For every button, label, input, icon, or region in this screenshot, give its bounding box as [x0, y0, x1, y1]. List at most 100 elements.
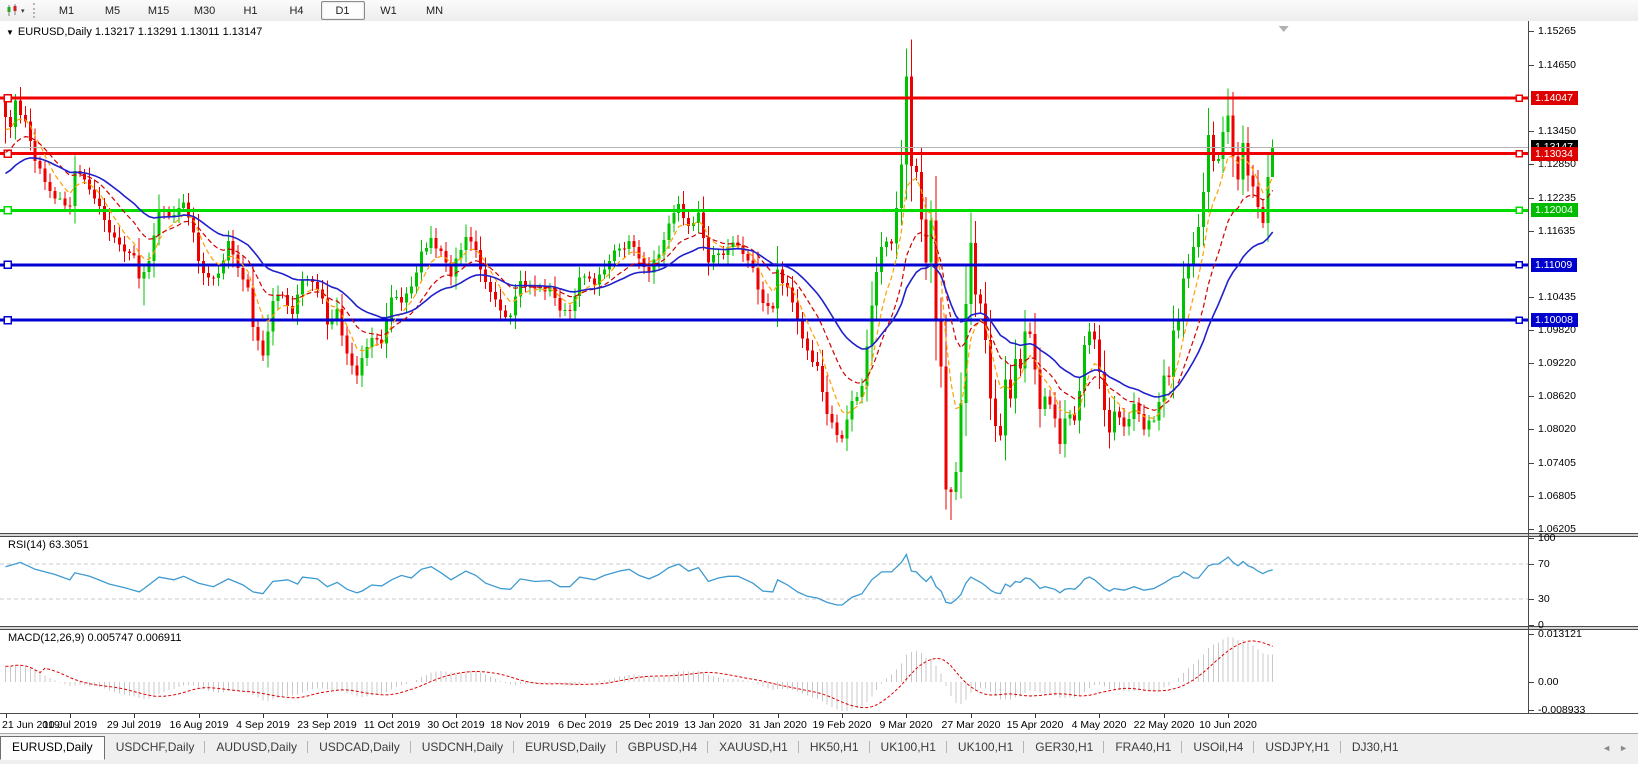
date-tick — [392, 714, 393, 718]
level-price-badge: 1.13034 — [1531, 147, 1578, 161]
price-tick — [1529, 31, 1534, 32]
price-tick — [1529, 496, 1534, 497]
price-tick-label: 1.13450 — [1538, 125, 1576, 137]
chart-type-button[interactable]: ▾ — [2, 1, 29, 20]
rsi-scale-label: 30 — [1538, 593, 1550, 605]
chart-tab-hk50-h1[interactable]: HK50,H1 — [799, 737, 870, 757]
price-tick — [1529, 463, 1534, 464]
chart-tabs: EURUSD,DailyUSDCHF,DailyAUDUSD,DailyUSDC… — [0, 734, 1592, 764]
date-label: 10 Jul 2019 — [43, 719, 97, 731]
price-tick — [1529, 529, 1534, 530]
price-tick-label: 1.14650 — [1538, 59, 1576, 71]
macd-label: MACD(12,26,9) 0.005747 0.006911 — [8, 632, 181, 644]
date-label: 10 Jun 2020 — [1199, 719, 1257, 731]
date-label: 29 Jul 2019 — [107, 719, 161, 731]
chart-type-caret-icon[interactable]: ▾ — [21, 7, 25, 15]
date-tick — [713, 714, 714, 718]
price-chart-canvas[interactable] — [0, 22, 1529, 533]
timeframe-button-m15[interactable]: M15 — [137, 1, 181, 20]
date-axis[interactable]: 21 Jun 201910 Jul 201929 Jul 201916 Aug … — [0, 714, 1638, 734]
date-tick — [842, 714, 843, 718]
macd-tick — [1529, 710, 1534, 711]
date-tick — [1035, 714, 1036, 718]
level-price-badge: 1.14047 — [1531, 91, 1578, 105]
rsi-tick — [1529, 538, 1534, 539]
macd-histogram — [6, 637, 1273, 711]
date-label: 16 Aug 2019 — [170, 719, 229, 731]
date-tick — [70, 714, 71, 718]
date-label: 19 Feb 2020 — [813, 719, 872, 731]
chart-tab-xauusd-h1[interactable]: XAUUSD,H1 — [708, 737, 799, 757]
date-tick — [327, 714, 328, 718]
level-price-badge: 1.11009 — [1531, 258, 1577, 272]
price-tick-label: 1.07405 — [1538, 457, 1576, 469]
timeframe-toolbar: ▾ M1M5M15M30H1H4D1W1MN — [0, 0, 1638, 22]
macd-indicator-canvas[interactable] — [0, 630, 1529, 713]
date-tick — [585, 714, 586, 718]
chart-tab-uk100-h1[interactable]: UK100,H1 — [870, 737, 947, 757]
timeframe-button-h1[interactable]: H1 — [229, 1, 273, 20]
timeframe-button-m30[interactable]: M30 — [183, 1, 227, 20]
macd-scale-label: 0.00 — [1538, 676, 1558, 688]
timeframe-button-h4[interactable]: H4 — [275, 1, 319, 20]
date-tick — [1228, 714, 1229, 718]
rsi-label: RSI(14) 63.3051 — [8, 539, 89, 551]
timeframe-button-d1[interactable]: D1 — [321, 1, 365, 20]
date-tick — [456, 714, 457, 718]
rsi-tick — [1529, 625, 1534, 626]
macd-scale-label: 0.013121 — [1538, 628, 1582, 640]
price-scale[interactable]: 1.152651.146501.134501.128501.122351.116… — [1529, 21, 1638, 733]
date-tick — [1164, 714, 1165, 718]
price-tick-label: 1.08620 — [1538, 390, 1576, 402]
macd-signal-line — [6, 641, 1273, 708]
date-label: 30 Oct 2019 — [427, 719, 484, 731]
price-tick — [1529, 363, 1534, 364]
date-tick — [6, 714, 7, 718]
date-label: 25 Dec 2019 — [619, 719, 679, 731]
candlestick-chart-icon — [6, 4, 19, 17]
chart-title-caret-icon[interactable]: ▼ — [6, 28, 14, 37]
timeframe-button-mn[interactable]: MN — [413, 1, 457, 20]
date-tick — [263, 714, 264, 718]
rsi-tick — [1529, 599, 1534, 600]
date-label: 15 Apr 2020 — [1007, 719, 1064, 731]
scroll-tabs-right-icon[interactable]: ► — [1619, 743, 1628, 753]
date-label: 13 Jan 2020 — [684, 719, 742, 731]
chart-tab-ger30-h1[interactable]: GER30,H1 — [1024, 737, 1104, 757]
chart-tab-eurusd-daily[interactable]: EURUSD,Daily — [0, 736, 105, 760]
macd-tick — [1529, 682, 1534, 683]
chart-tab-audusd-daily[interactable]: AUDUSD,Daily — [205, 737, 308, 757]
rsi-scale-label: 100 — [1538, 532, 1556, 544]
chart-tab-usdcnh-daily[interactable]: USDCNH,Daily — [411, 737, 514, 757]
date-label: 6 Dec 2019 — [558, 719, 612, 731]
date-label: 4 May 2020 — [1072, 719, 1127, 731]
date-tick — [649, 714, 650, 718]
chart-tab-usdjpy-h1[interactable]: USDJPY,H1 — [1254, 737, 1340, 757]
date-tick — [1099, 714, 1100, 718]
chart-tab-uk100-h1[interactable]: UK100,H1 — [947, 737, 1024, 757]
date-label: 31 Jan 2020 — [749, 719, 807, 731]
price-tick-label: 1.08020 — [1538, 423, 1576, 435]
rsi-indicator-canvas[interactable] — [0, 537, 1529, 626]
date-label: 22 May 2020 — [1134, 719, 1195, 731]
date-label: 9 Mar 2020 — [879, 719, 932, 731]
price-tick — [1529, 131, 1534, 132]
timeframe-button-m5[interactable]: M5 — [91, 1, 135, 20]
chart-tab-gbpusd-h4[interactable]: GBPUSD,H4 — [617, 737, 708, 757]
chart-tab-eurusd-daily[interactable]: EURUSD,Daily — [514, 737, 617, 757]
chart-tab-usoil-h4[interactable]: USOil,H4 — [1182, 737, 1254, 757]
date-tick — [906, 714, 907, 718]
chart-tab-dj30-h1[interactable]: DJ30,H1 — [1341, 737, 1410, 757]
date-label: 4 Sep 2019 — [236, 719, 290, 731]
chart-title: ▼ EURUSD,Daily 1.13217 1.13291 1.13011 1… — [6, 26, 262, 38]
chart-title-text: EURUSD,Daily 1.13217 1.13291 1.13011 1.1… — [18, 26, 262, 38]
timeframe-button-w1[interactable]: W1 — [367, 1, 411, 20]
scroll-tabs-left-icon[interactable]: ◄ — [1602, 743, 1611, 753]
date-tick — [199, 714, 200, 718]
price-tick-label: 1.11635 — [1538, 225, 1575, 237]
chart-tab-usdchf-daily[interactable]: USDCHF,Daily — [105, 737, 206, 757]
trading-terminal: ▾ M1M5M15M30H1H4D1W1MN ▼ EURUSD,Daily 1.… — [0, 0, 1638, 764]
chart-tab-fra40-h1[interactable]: FRA40,H1 — [1104, 737, 1182, 757]
chart-tab-usdcad-daily[interactable]: USDCAD,Daily — [308, 737, 411, 757]
timeframe-button-m1[interactable]: M1 — [45, 1, 89, 20]
